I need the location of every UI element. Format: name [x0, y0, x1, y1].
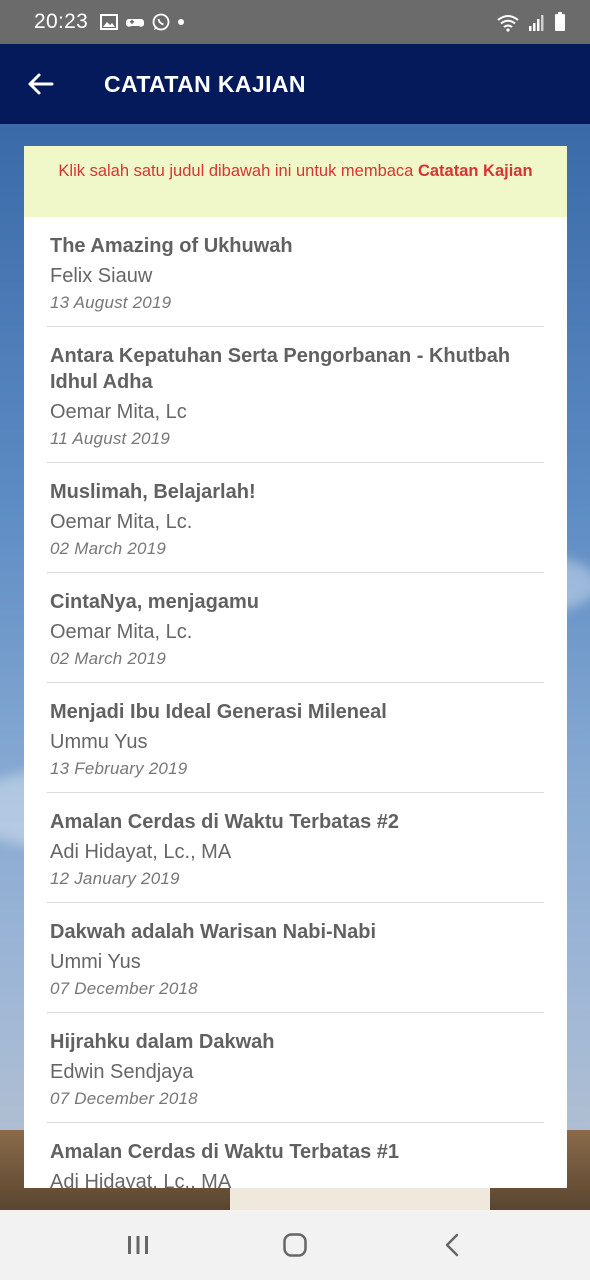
battery-icon — [555, 12, 565, 31]
item-author: Oemar Mita, Lc. — [50, 621, 193, 643]
item-date: 02 March 2019 — [50, 539, 167, 558]
list-item[interactable]: Amalan Cerdas di Waktu Terbatas #2 Adi H… — [47, 793, 544, 903]
item-title: CintaNya, menjagamu — [50, 591, 259, 613]
image-icon — [100, 14, 119, 30]
item-title: Amalan Cerdas di Waktu Terbatas #2 — [50, 811, 400, 833]
item-author: Adi Hidayat, Lc., MA — [50, 1171, 232, 1188]
notification-dot-icon — [178, 19, 185, 25]
item-date: 07 December 2018 — [50, 1089, 198, 1108]
home-button[interactable] — [250, 1215, 340, 1275]
item-author: Oemar Mita, Lc. — [50, 511, 193, 533]
item-author: Ummu Yus — [50, 731, 148, 753]
list-item[interactable]: Dakwah adalah Warisan Nabi-Nabi Ummi Yus… — [47, 903, 544, 1013]
wifi-icon — [497, 15, 519, 32]
item-title: Amalan Cerdas di Waktu Terbatas #1 — [50, 1141, 400, 1163]
item-title: The Amazing of Ukhuwah — [50, 235, 293, 257]
list-item[interactable]: The Amazing of Ukhuwah Felix Siauw 13 Au… — [47, 217, 544, 327]
list-item[interactable]: Amalan Cerdas di Waktu Terbatas #1 Adi H… — [47, 1123, 544, 1188]
item-author: Adi Hidayat, Lc., MA — [50, 841, 232, 863]
item-date: 12 January 2019 — [50, 869, 180, 888]
list-item[interactable]: CintaNya, menjagamu Oemar Mita, Lc. 02 M… — [47, 573, 544, 683]
list-item[interactable]: Antara Kepatuhan Serta Pengorbanan - Khu… — [47, 327, 544, 463]
item-title: Muslimah, Belajarlah! — [50, 481, 256, 503]
home-icon — [283, 1233, 307, 1257]
list-item[interactable]: Hijrahku dalam Dakwah Edwin Sendjaya 07 … — [47, 1013, 544, 1123]
back-icon — [445, 1233, 458, 1257]
game-controller-icon — [126, 19, 145, 27]
item-date: 13 August 2019 — [50, 293, 172, 312]
recent-apps-icon — [128, 1236, 149, 1254]
arrow-left-icon — [28, 73, 54, 95]
list-item[interactable]: Menjadi Ibu Ideal Generasi Mileneal Ummu… — [47, 683, 544, 793]
item-author: Oemar Mita, Lc — [50, 401, 187, 423]
whatsapp-icon — [152, 13, 170, 31]
recent-apps-button[interactable] — [93, 1215, 183, 1275]
list-item[interactable]: Muslimah, Belajarlah! Oemar Mita, Lc. 02… — [47, 463, 544, 573]
item-title: Hijrahku dalam Dakwah — [50, 1031, 275, 1053]
item-author: Ummi Yus — [50, 951, 141, 973]
page-title: CATATAN KAJIAN — [104, 70, 306, 97]
item-date: 13 February 2019 — [50, 759, 188, 778]
nav-back-button[interactable] — [407, 1215, 497, 1275]
kajian-list: The Amazing of Ukhuwah Felix Siauw 13 Au… — [24, 217, 567, 1188]
status-time: 20:23 — [34, 10, 89, 33]
instruction-banner: Klik salah satu judul dibawah ini untuk … — [24, 146, 567, 217]
item-author: Felix Siauw — [50, 265, 153, 287]
signal-icon — [529, 15, 544, 31]
status-bar: 20:23 — [0, 0, 590, 44]
item-date: 02 March 2019 — [50, 649, 167, 668]
item-title: Menjadi Ibu Ideal Generasi Mileneal — [50, 701, 387, 723]
back-button[interactable] — [0, 44, 80, 124]
item-title: Antara Kepatuhan Serta Pengorbanan - Khu… — [50, 345, 511, 393]
app-bar: CATATAN KAJIAN — [0, 44, 590, 124]
item-title: Dakwah adalah Warisan Nabi-Nabi — [50, 921, 377, 943]
kajian-card: Klik salah satu judul dibawah ini untuk … — [24, 146, 567, 1188]
item-author: Edwin Sendjaya — [50, 1061, 194, 1083]
instruction-text: Klik salah satu judul dibawah ini untuk … — [58, 162, 418, 180]
system-nav-bar — [0, 1210, 590, 1280]
item-date: 11 August 2019 — [50, 429, 171, 448]
item-date: 07 December 2018 — [50, 979, 198, 998]
instruction-highlight: Catatan Kajian — [417, 162, 533, 180]
